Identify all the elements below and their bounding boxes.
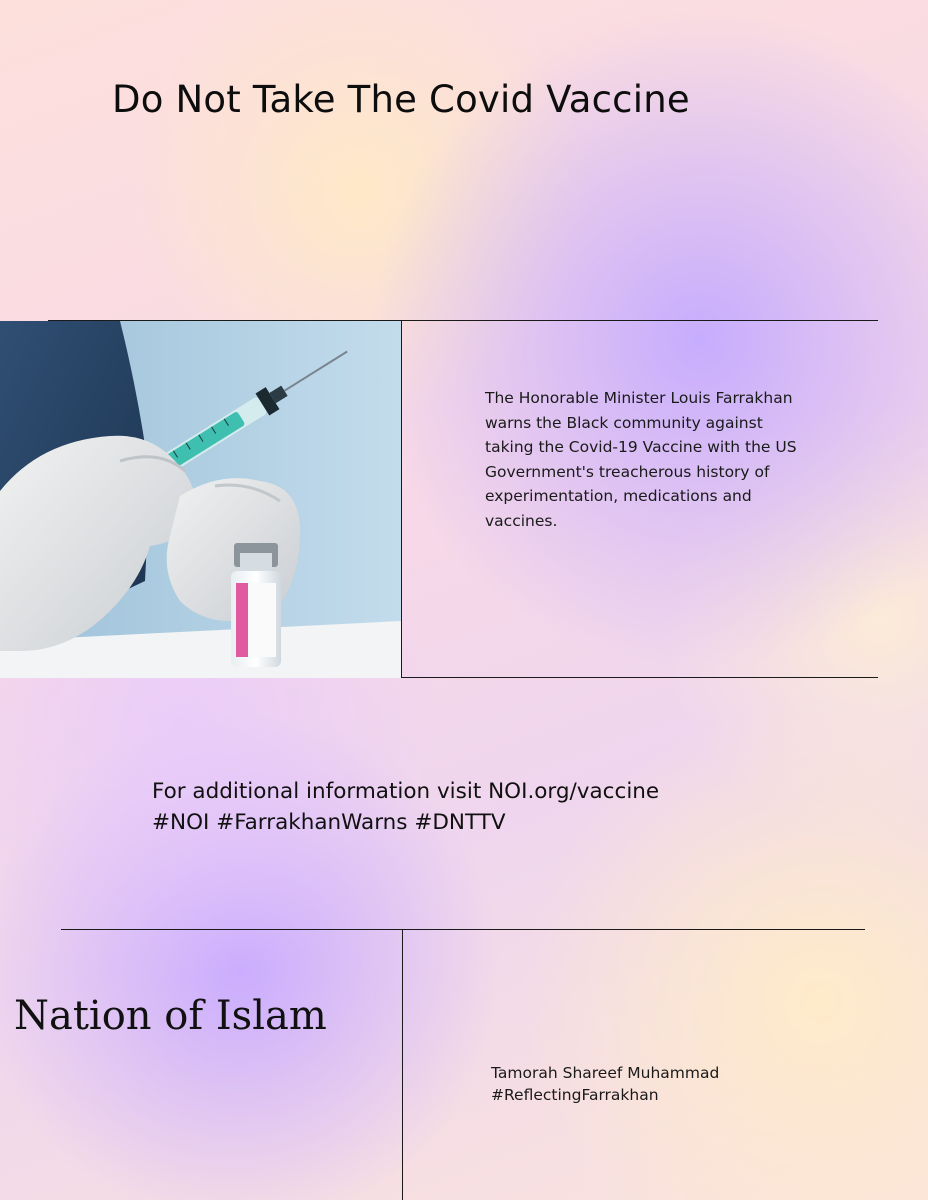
page-title: Do Not Take The Covid Vaccine xyxy=(112,78,690,121)
author-name: Tamorah Shareef Muhammad xyxy=(491,1064,720,1082)
divider-bottom xyxy=(61,929,865,930)
info-link-line: For additional information visit NOI.org… xyxy=(152,779,660,804)
hashtags-line: #NOI #FarrakhanWarns #DNTTV xyxy=(152,810,506,835)
author-block: Tamorah Shareef Muhammad #ReflectingFarr… xyxy=(491,1062,719,1106)
divider-vertical-top xyxy=(401,321,402,678)
vaccine-photo xyxy=(0,321,401,678)
organization-name: Nation of Islam xyxy=(14,993,327,1039)
divider-vertical-bottom xyxy=(402,930,403,1200)
author-hashtag: #ReflectingFarrakhan xyxy=(491,1086,659,1104)
syringe-illustration xyxy=(0,321,401,678)
body-paragraph: The Honorable Minister Louis Farrakhan w… xyxy=(485,389,797,530)
info-block: For additional information visit NOI.org… xyxy=(152,776,659,838)
